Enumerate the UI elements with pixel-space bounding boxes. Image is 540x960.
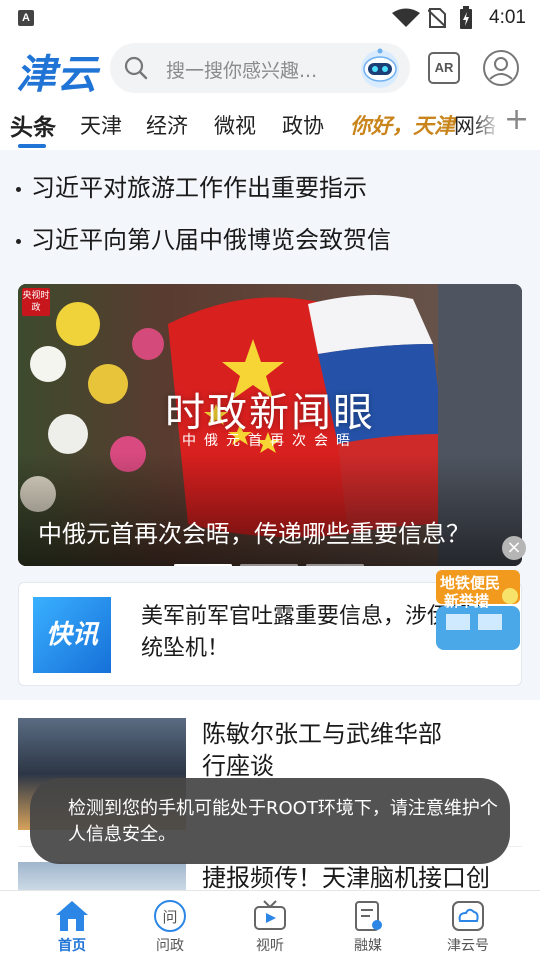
cloud-account-icon xyxy=(452,901,484,931)
nav-inquiry-label: 问政 xyxy=(156,938,184,954)
carousel-dot xyxy=(174,564,232,566)
root-warning-toast: 检测到您的手机可能处于ROOT环境下，请注意维护个人信息安全。 xyxy=(30,778,510,864)
nav-media[interactable]: 融媒 xyxy=(338,899,398,955)
media-document-icon xyxy=(355,901,382,931)
wifi-icon xyxy=(392,8,420,27)
headline-item[interactable]: 习近平向第八届中俄博览会致贺信 xyxy=(16,220,391,255)
no-sim-icon xyxy=(428,8,446,28)
ai-assistant-robot-icon[interactable] xyxy=(358,46,402,90)
carousel-indicator xyxy=(174,552,372,566)
promo-close-button[interactable]: × xyxy=(502,536,526,560)
carousel-dot xyxy=(240,564,298,566)
bottom-navigation: 首页 问 问政 视听 融媒 津云号 xyxy=(0,890,540,960)
tab-micro-video[interactable]: 微视 xyxy=(214,110,256,140)
headline-text: 习近平向第八届中俄博览会致贺信 xyxy=(31,226,391,254)
flash-news-logo: 快讯 xyxy=(33,597,111,673)
question-bubble-icon: 问 xyxy=(154,900,186,932)
add-channel-icon[interactable]: + xyxy=(504,102,529,137)
tab-cppcc[interactable]: 政协 xyxy=(282,110,324,140)
search-icon xyxy=(124,56,148,80)
banner-caption: 中俄元首再次会晤，传递哪些重要信息？ xyxy=(38,520,470,548)
banner-center-subtitle: 中俄元首再次会晤 xyxy=(182,433,358,449)
nav-jinyun-account[interactable]: 津云号 xyxy=(438,899,498,955)
nav-home-label: 首页 xyxy=(58,938,86,954)
tab-hello-tianjin[interactable]: 你好，天津 xyxy=(350,110,455,140)
clock: 4:01 xyxy=(489,7,526,28)
tab-tianjin[interactable]: 天津 xyxy=(80,110,122,140)
user-profile-icon[interactable] xyxy=(482,49,520,87)
battery-charging-icon xyxy=(460,6,472,29)
search-placeholder: 搜一搜你感兴趣... xyxy=(166,60,318,82)
tab-headlines[interactable]: 头条 xyxy=(10,108,56,142)
tv-play-icon xyxy=(254,900,286,930)
metro-promo-widget[interactable]: 地铁便民 新举措 xyxy=(430,566,526,656)
app-logo: 津云 xyxy=(16,51,98,98)
tab-economy[interactable]: 经济 xyxy=(146,110,188,140)
home-icon xyxy=(56,901,88,931)
featured-banner[interactable]: 央视时政 时政新闻眼 中俄元首再次会晤 中俄元首再次会晤，传递哪些重要信息？ xyxy=(18,284,522,566)
nav-jinyun-account-label: 津云号 xyxy=(447,938,489,954)
nav-inquiry[interactable]: 问 问政 xyxy=(140,899,200,955)
bullet-icon xyxy=(16,238,21,244)
carousel-dot xyxy=(306,564,364,566)
svg-text:问: 问 xyxy=(162,908,177,926)
carrier-icon: A xyxy=(18,10,34,26)
headline-item[interactable]: 习近平对旅游工作作出重要指示 xyxy=(16,168,367,203)
nav-home[interactable]: 首页 xyxy=(42,899,102,955)
nav-video[interactable]: 视听 xyxy=(240,899,300,955)
status-bar: A 4:01 xyxy=(0,0,540,36)
nav-media-label: 融媒 xyxy=(354,938,382,954)
channel-tabs: 头条 天津 经济 微视 政协 你好，天津 网络 + xyxy=(0,100,540,150)
headline-text: 习近平对旅游工作作出重要指示 xyxy=(31,174,367,202)
promo-line2: 新举措 xyxy=(444,592,490,610)
nav-video-label: 视听 xyxy=(256,938,284,954)
ar-button[interactable]: AR xyxy=(428,52,460,84)
bullet-icon xyxy=(16,186,21,192)
tabs-fade xyxy=(470,100,502,150)
search-bar[interactable]: 搜一搜你感兴趣... xyxy=(110,43,410,93)
active-tab-indicator xyxy=(18,144,46,148)
cctv-badge: 央视时政 xyxy=(22,288,50,316)
app-header: 津云 搜一搜你感兴趣... AR xyxy=(0,36,540,100)
news-title[interactable]: 陈敏尔张工与武维华部行座谈 xyxy=(202,718,462,782)
